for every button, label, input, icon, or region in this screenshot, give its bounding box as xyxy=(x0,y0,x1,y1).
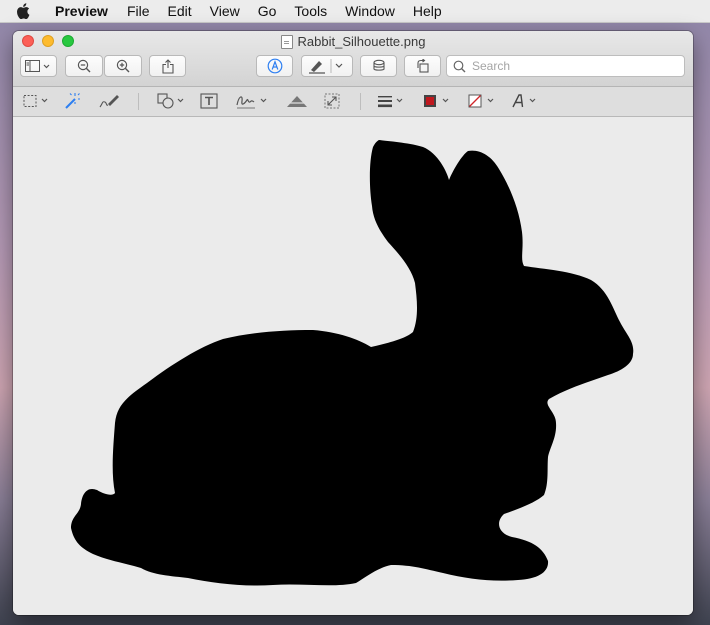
title-bar: Rabbit_Silhouette.png xyxy=(13,31,693,87)
search-input[interactable] xyxy=(470,58,674,74)
zoom-out-icon xyxy=(77,59,91,73)
sketch-icon xyxy=(99,95,119,108)
share-icon xyxy=(161,58,174,74)
stamp-icon xyxy=(372,59,385,71)
fill-color-icon xyxy=(468,94,494,108)
menu-help[interactable]: Help xyxy=(404,0,451,22)
text-style-icon xyxy=(512,94,536,108)
rotate-icon xyxy=(416,59,429,73)
preview-window: Rabbit_Silhouette.png xyxy=(13,31,693,615)
text-box-tool[interactable] xyxy=(199,90,219,112)
shapes-tool[interactable] xyxy=(156,90,188,112)
document-icon xyxy=(280,34,293,49)
menu-window[interactable]: Window xyxy=(336,0,404,22)
zoom-in-icon xyxy=(116,59,130,73)
sketch-tool[interactable] xyxy=(97,90,121,112)
sidebar-button[interactable] xyxy=(20,55,57,77)
menu-file[interactable]: File xyxy=(118,0,159,22)
line-style-tool[interactable] xyxy=(376,90,408,112)
highlight-button[interactable] xyxy=(301,55,353,77)
rabbit-silhouette-image xyxy=(71,140,634,586)
sign-icon xyxy=(236,96,267,109)
instant-alpha-tool[interactable] xyxy=(62,90,82,112)
image-canvas[interactable] xyxy=(13,117,693,615)
markup-toolbar xyxy=(13,87,693,117)
adjust-color-tool[interactable] xyxy=(285,90,309,112)
share-button[interactable] xyxy=(149,55,186,77)
fill-color-tool[interactable] xyxy=(467,90,499,112)
border-color-icon xyxy=(424,95,449,107)
apple-menu-icon[interactable] xyxy=(0,3,46,19)
instant-alpha-icon xyxy=(65,93,80,109)
sidebar-icon xyxy=(24,60,49,72)
menu-go[interactable]: Go xyxy=(249,0,286,22)
markup-button[interactable] xyxy=(256,55,293,77)
toolbar-divider xyxy=(360,93,361,110)
text-box-icon xyxy=(200,93,218,109)
text-style-tool[interactable] xyxy=(510,90,542,112)
border-color-tool[interactable] xyxy=(422,90,454,112)
highlight-pen-icon xyxy=(309,59,343,74)
zoom-out-button[interactable] xyxy=(65,55,103,77)
adjust-color-icon xyxy=(286,96,308,107)
search-field[interactable] xyxy=(446,55,685,77)
stamp-button[interactable] xyxy=(360,55,397,77)
adjust-size-tool[interactable] xyxy=(322,90,342,112)
rect-select-tool[interactable] xyxy=(22,90,52,112)
rect-select-icon xyxy=(23,95,48,107)
menu-edit[interactable]: Edit xyxy=(159,0,201,22)
menu-tools[interactable]: Tools xyxy=(285,0,336,22)
window-title-text: Rabbit_Silhouette.png xyxy=(297,34,426,49)
sign-tool[interactable] xyxy=(234,90,272,112)
rabbit-shape xyxy=(71,140,634,586)
shapes-icon xyxy=(157,93,184,109)
menu-preview[interactable]: Preview xyxy=(46,0,118,22)
search-icon xyxy=(453,60,466,72)
adjust-size-icon xyxy=(324,93,340,109)
menu-bar: Preview File Edit View Go Tools Window H… xyxy=(0,0,710,23)
line-style-icon xyxy=(378,96,403,108)
rotate-button[interactable] xyxy=(404,55,441,77)
menu-view[interactable]: View xyxy=(201,0,249,22)
window-title: Rabbit_Silhouette.png xyxy=(13,34,693,49)
markup-icon xyxy=(267,58,282,74)
zoom-in-button[interactable] xyxy=(104,55,142,77)
toolbar-divider xyxy=(138,93,139,110)
